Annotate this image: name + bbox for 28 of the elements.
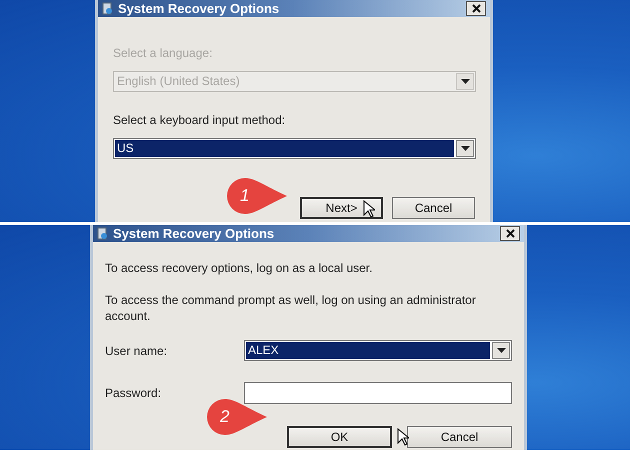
step-badge: 2 — [205, 397, 267, 437]
dropdown-arrow-icon — [460, 146, 470, 151]
dialog-button[interactable]: Cancel — [392, 197, 475, 219]
app-icon — [97, 227, 108, 240]
instruction-text: To access recovery options, log on as a local user. — [105, 260, 374, 276]
password-field[interactable] — [244, 382, 512, 404]
window-title: System Recovery Options — [113, 226, 276, 241]
field-label: Select a language: — [113, 46, 214, 60]
app-icon — [102, 2, 113, 15]
window-title: System Recovery Options — [118, 1, 280, 16]
dropdown-arrow-icon — [496, 348, 506, 353]
field-label: Password: — [105, 386, 162, 400]
dialog-button[interactable]: OK — [287, 426, 392, 448]
close-icon — [472, 4, 480, 13]
close-icon — [506, 229, 514, 238]
field-label: Select a keyboard input method: — [113, 113, 286, 127]
instruction-text: To access the command prompt as well, log on using an administrator account. — [105, 292, 477, 324]
dialog-button[interactable]: Cancel — [407, 426, 512, 448]
mouse-cursor-icon — [397, 428, 409, 446]
dialog-button[interactable]: Next> — [300, 197, 383, 219]
close-button[interactable] — [500, 226, 520, 241]
dropdown-field[interactable]: US — [113, 138, 476, 159]
dropdown-field[interactable]: ALEX — [244, 340, 512, 361]
field-label: User name: — [105, 344, 168, 358]
step-badge: 1 — [225, 176, 287, 216]
mouse-cursor-icon — [363, 200, 375, 218]
close-button[interactable] — [466, 1, 486, 16]
dropdown-arrow-icon — [460, 79, 470, 84]
